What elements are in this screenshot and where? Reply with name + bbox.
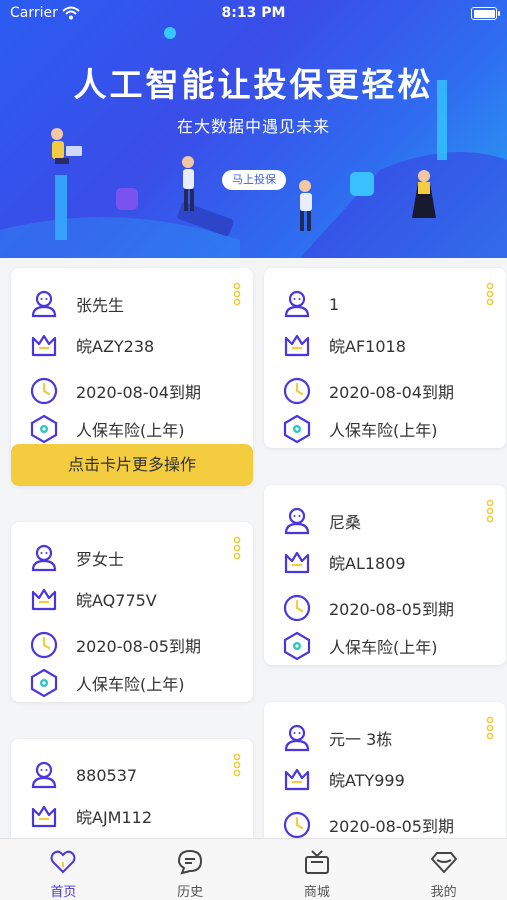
owner-row: 尼桑 xyxy=(282,506,361,536)
user-icon xyxy=(29,543,59,573)
policy-card[interactable]: 罗女士 皖AQ775V 2020-08-05到期 人保车险(上年) xyxy=(11,522,253,702)
clock-icon xyxy=(29,630,59,660)
crown-icon xyxy=(29,801,59,831)
card-more-actions-button[interactable]: 点击卡片更多操作 xyxy=(11,444,253,486)
owner-row: 罗女士 xyxy=(29,543,124,573)
user-icon xyxy=(29,760,59,790)
user-icon xyxy=(29,289,59,319)
plate-number: 皖AZY238 xyxy=(76,337,155,356)
policy-card[interactable]: 1 皖AF1018 2020-08-04到期 人保车险(上年) xyxy=(264,268,506,448)
insurance-row: 人保车险(上年) xyxy=(282,414,438,444)
expiry-row: 2020-08-04到期 xyxy=(29,376,201,406)
crown-icon xyxy=(282,330,312,360)
insurance-row: 人保车险(上年) xyxy=(282,631,438,661)
clock-icon xyxy=(29,376,59,406)
more-options-icon[interactable] xyxy=(233,753,241,777)
insurance-type: 人保车险(上年) xyxy=(76,421,185,440)
gear-hexagon-icon xyxy=(29,668,59,698)
crown-icon xyxy=(282,547,312,577)
expiry-row: 2020-08-05到期 xyxy=(282,810,454,838)
promo-banner[interactable]: 人工智能让投保更轻松 在大数据中遇见未来 马上投保 xyxy=(0,0,507,258)
owner-row: 元一 3栋 xyxy=(282,723,392,753)
clock-icon xyxy=(282,810,312,838)
policy-card[interactable]: 元一 3栋 皖ATY999 2020-08-05到期 xyxy=(264,702,506,838)
clock-time: 8:13 PM xyxy=(221,5,286,21)
owner-row: 1 xyxy=(282,289,339,319)
tab-history[interactable]: 历史 xyxy=(127,839,254,900)
insure-now-button[interactable]: 马上投保 xyxy=(222,170,286,190)
plate-row: 皖AF1018 xyxy=(282,330,406,360)
gear-hexagon-icon xyxy=(29,414,59,444)
plate-row: 皖ATY999 xyxy=(282,764,405,794)
tv-icon xyxy=(304,850,329,874)
crown-icon xyxy=(29,330,59,360)
gear-hexagon-icon xyxy=(282,414,312,444)
policy-card[interactable]: 尼桑 皖AL1809 2020-08-05到期 人保车险(上年) xyxy=(264,485,506,665)
crown-icon xyxy=(29,584,59,614)
banner-subline: 在大数据中遇见未来 xyxy=(176,117,330,136)
plate-number: 皖AL1809 xyxy=(329,554,406,573)
diamond-icon xyxy=(430,852,457,873)
insurance-type: 人保车险(上年) xyxy=(329,421,438,440)
heart-icon xyxy=(50,850,76,874)
tab-profile[interactable]: 我的 xyxy=(380,839,507,900)
crown-icon xyxy=(282,764,312,794)
insurance-type: 人保车险(上年) xyxy=(329,638,438,657)
insurance-row: 人保车险(上年) xyxy=(29,668,185,698)
more-options-icon[interactable] xyxy=(233,536,241,560)
expiry-date: 2020-08-05到期 xyxy=(329,817,454,836)
tab-mall[interactable]: 商城 xyxy=(254,839,381,900)
owner-row: 880537 xyxy=(29,760,137,790)
more-options-icon[interactable] xyxy=(233,282,241,306)
clock-icon xyxy=(282,593,312,623)
plate-number: 皖AF1018 xyxy=(329,337,406,356)
more-options-icon[interactable] xyxy=(486,499,494,523)
owner-row: 张先生 xyxy=(29,289,124,319)
owner-name: 张先生 xyxy=(76,296,125,315)
battery-icon xyxy=(471,7,500,20)
plate-row: 皖AJM112 xyxy=(29,801,152,831)
banner-headline: 人工智能让投保更轻松 xyxy=(73,65,434,104)
expiry-date: 2020-08-05到期 xyxy=(76,637,201,656)
tab-label: 我的 xyxy=(430,885,457,900)
insurance-row: 人保车险(上年) xyxy=(29,414,185,444)
owner-name: 元一 3栋 xyxy=(329,730,393,749)
owner-name: 1 xyxy=(329,294,340,314)
plate-row: 皖AZY238 xyxy=(29,330,154,360)
more-options-icon[interactable] xyxy=(486,282,494,306)
expiry-date: 2020-08-04到期 xyxy=(76,383,201,402)
plate-row: 皖AQ775V xyxy=(29,584,157,614)
policy-card[interactable]: 张先生 皖AZY238 2020-08-04到期 人保车险(上年) 点击卡片更多… xyxy=(11,268,253,486)
policy-card[interactable]: 880537 皖AJM112 xyxy=(11,739,253,838)
gear-hexagon-icon xyxy=(282,631,312,661)
policy-card-list[interactable]: 张先生 皖AZY238 2020-08-04到期 人保车险(上年) 点击卡片更多… xyxy=(0,258,507,838)
insurance-type: 人保车险(上年) xyxy=(76,675,185,694)
user-icon xyxy=(282,289,312,319)
tab-label: 商城 xyxy=(303,885,330,900)
owner-name: 罗女士 xyxy=(76,550,125,569)
tab-label: 历史 xyxy=(177,885,204,900)
owner-name: 尼桑 xyxy=(329,513,362,532)
plate-number: 皖ATY999 xyxy=(329,771,405,790)
tab-label: 首页 xyxy=(50,885,77,900)
plate-number: 皖AQ775V xyxy=(76,591,157,610)
plate-number: 皖AJM112 xyxy=(76,808,153,827)
expiry-date: 2020-08-04到期 xyxy=(329,383,454,402)
owner-name: 880537 xyxy=(76,765,138,785)
user-icon xyxy=(282,723,312,753)
status-bar: Carrier 8:13 PM xyxy=(0,0,507,28)
user-icon xyxy=(282,506,312,536)
expiry-row: 2020-08-05到期 xyxy=(282,593,454,623)
expiry-row: 2020-08-04到期 xyxy=(282,376,454,406)
expiry-date: 2020-08-05到期 xyxy=(329,600,454,619)
expiry-row: 2020-08-05到期 xyxy=(29,630,201,660)
plate-row: 皖AL1809 xyxy=(282,547,406,577)
chat-icon xyxy=(178,849,203,875)
clock-icon xyxy=(282,376,312,406)
more-options-icon[interactable] xyxy=(486,716,494,740)
tab-home[interactable]: 首页 xyxy=(0,839,127,900)
bottom-tab-bar: 首页 历史 商城 我的 xyxy=(0,838,507,900)
